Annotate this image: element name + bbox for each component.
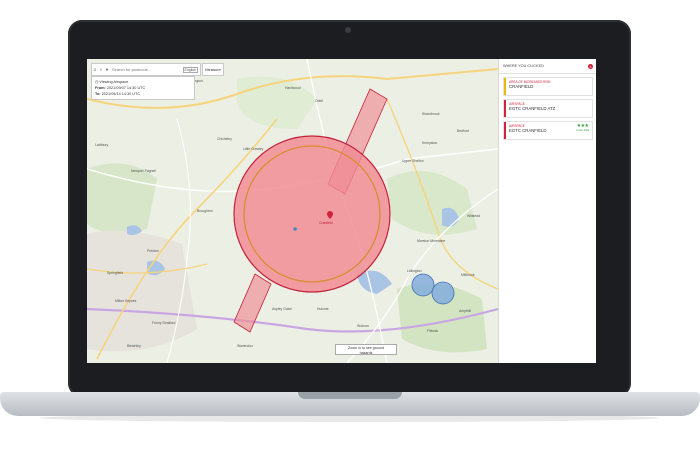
- panel-header: WHERE YOU CLICKED ×: [499, 59, 596, 74]
- close-icon[interactable]: ×: [588, 63, 593, 69]
- airspace-zone-cranfield[interactable]: [233, 135, 391, 293]
- card-name: EGTC CRANFIELD: [509, 128, 547, 133]
- card-name: CRANFIELD: [509, 84, 534, 89]
- green-area: [387, 171, 477, 235]
- time-window-box: ◷ Viewing Airspace From: 2021/09/07 14:3…: [91, 76, 195, 100]
- where-you-clicked-panel: WHERE YOU CLICKED × AREA OF INCREASED RI…: [498, 59, 596, 363]
- result-card[interactable]: AIRSPACE EGTC CRANFIELD ATZ: [503, 99, 593, 118]
- place-label: Lidlington: [407, 269, 422, 273]
- place-label-selected: Cranfield: [319, 221, 333, 225]
- laptop-notch: [298, 392, 402, 399]
- hazard-circle[interactable]: [431, 281, 455, 305]
- urban-area: [87, 230, 197, 352]
- result-card[interactable]: AIRSPACE EGTC CRANFIELD ★★★ Lower Risk: [503, 121, 593, 140]
- place-label: Little Crawley: [243, 147, 264, 151]
- airfield-marker-icon: [293, 227, 297, 231]
- to-value[interactable]: 2021/09/14 14:30 UTC: [102, 92, 140, 96]
- result-card[interactable]: AREA OF INCREASED RISK CRANFIELD: [503, 77, 593, 96]
- place-label: Springfield: [107, 271, 124, 275]
- search-input[interactable]: [110, 65, 183, 74]
- risk-rating-label: Lower Risk: [576, 129, 589, 132]
- place-label: Ampthill: [459, 309, 472, 313]
- place-label: Broughton: [197, 209, 213, 213]
- card-name: EGTC CRANFIELD ATZ: [509, 106, 556, 111]
- place-label: Upper Shelton: [402, 159, 424, 163]
- from-label: From:: [95, 86, 106, 90]
- clock-icon: ◷: [95, 80, 99, 84]
- place-label: Kempston: [422, 141, 438, 145]
- zoom-hint: Zoom in to see ground hazards: [335, 344, 397, 355]
- place-label: Bedford: [457, 129, 469, 133]
- green-area: [237, 76, 317, 129]
- place-label: Newport Pagnell: [131, 169, 156, 173]
- screen: Thrapston Harrington Hardwood Odell Shar…: [87, 59, 596, 363]
- place-label: Chicheley: [217, 137, 232, 141]
- place-label: Wilstead: [467, 214, 481, 218]
- place-label: Marston Moretaine: [417, 239, 446, 243]
- hazard-circle[interactable]: [411, 273, 435, 297]
- place-label: Wavendon: [237, 344, 254, 348]
- camera-icon: [345, 27, 351, 33]
- green-area: [87, 163, 157, 233]
- from-value[interactable]: 2021/09/07 14:30 UTC: [107, 86, 145, 90]
- zoom-hint-line: hazards: [359, 350, 373, 355]
- place-label: Preston: [147, 249, 159, 253]
- place-label: Millbrook: [461, 273, 475, 277]
- to-label: To:: [95, 92, 101, 96]
- place-label: Aspley Guise: [272, 307, 292, 311]
- map-canvas[interactable]: Thrapston Harrington Hardwood Odell Shar…: [87, 59, 498, 363]
- panel-title: WHERE YOU CLICKED: [503, 64, 544, 68]
- viewing-heading: Viewing Airspace: [99, 80, 129, 84]
- search-bar: ≡ ○ ▾ English: [91, 63, 201, 76]
- risk-rating: ★★★ Lower Risk: [576, 124, 589, 133]
- measure-button[interactable]: Measure: [202, 63, 224, 76]
- place-label: Hardwood: [285, 86, 301, 90]
- place-label: Hulcote: [317, 307, 329, 311]
- place-label: Flitwick: [427, 329, 439, 333]
- place-label: Sharnbrook: [422, 112, 440, 116]
- place-label: Milton Keynes: [115, 299, 137, 303]
- place-label: Lathbury: [95, 143, 109, 147]
- place-label: Fenny Stratford: [152, 321, 176, 325]
- place-label: Woburn: [357, 324, 369, 328]
- place-label: Bletchley: [127, 344, 141, 348]
- place-label: Odell: [315, 99, 323, 103]
- map-graphics: [87, 59, 498, 363]
- language-select[interactable]: English: [182, 66, 198, 73]
